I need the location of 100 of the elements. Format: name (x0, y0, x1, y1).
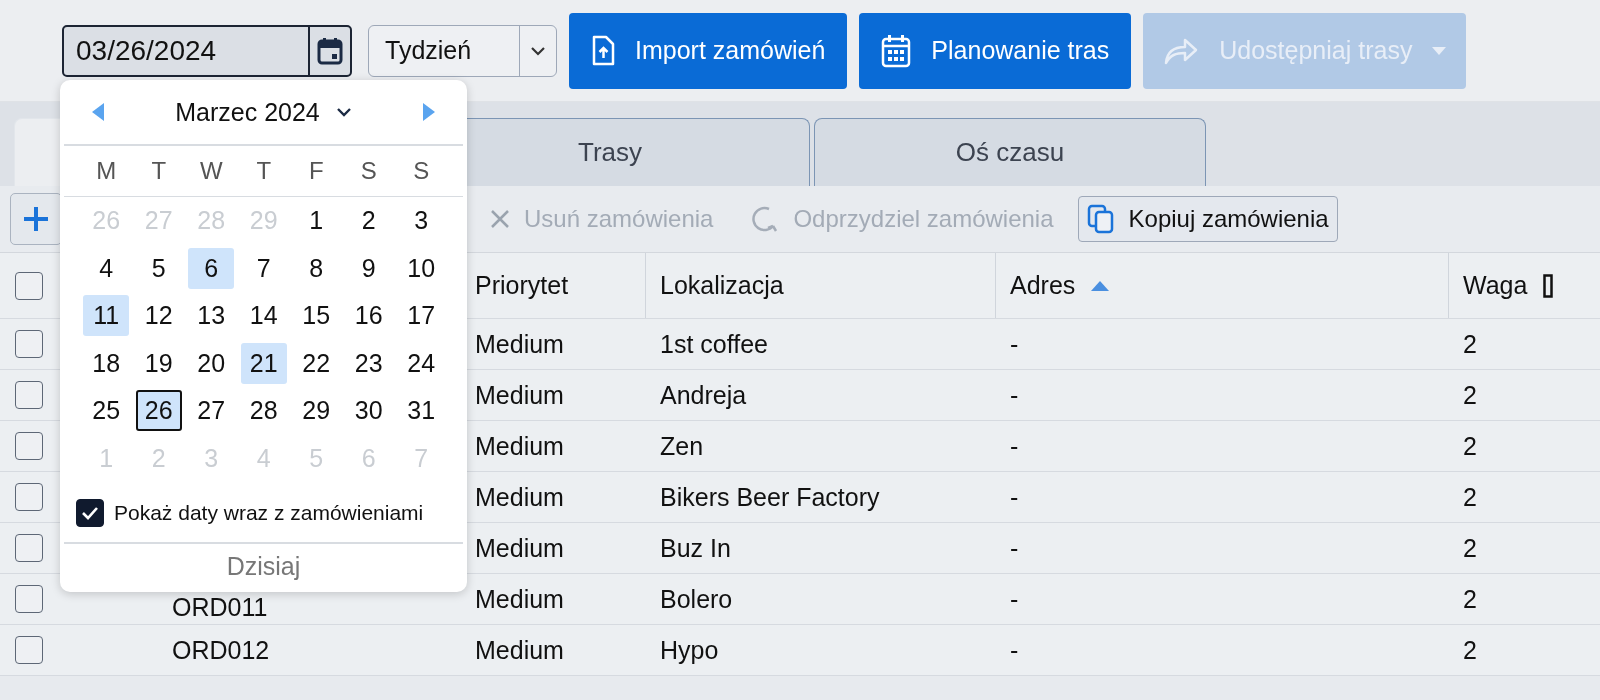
table-cell: Bolero (660, 584, 733, 614)
weekday-label: F (307, 156, 325, 185)
table-cell: - (1010, 482, 1019, 512)
table-cell: Zen (660, 431, 704, 461)
table-cell: Medium (475, 380, 564, 410)
calendar-icon (317, 36, 343, 65)
close-icon (490, 209, 510, 229)
calendar-day[interactable]: 29 (293, 390, 340, 432)
table-cell: 1st coffee (660, 329, 768, 359)
checkbox[interactable] (15, 483, 43, 511)
calendar-icon (881, 33, 912, 68)
column-header[interactable]: Waga (1463, 271, 1528, 300)
weekday-label: W (198, 156, 224, 185)
calendar-day[interactable]: 15 (293, 295, 340, 337)
table-cell: - (1010, 584, 1019, 614)
table-cell: Andreja (660, 380, 747, 410)
table-cell: 2 (1463, 482, 1477, 512)
calendar-day[interactable]: 18 (83, 342, 130, 384)
caret-down-icon (1432, 46, 1447, 55)
plus-icon (23, 206, 49, 232)
checkbox[interactable] (15, 381, 43, 409)
weekday-label: M (95, 156, 118, 185)
period-select[interactable]: Tydzień (368, 24, 557, 77)
table-cell: 2 (1463, 380, 1477, 410)
table-cell: - (1010, 533, 1019, 563)
calendar-day[interactable]: 23 (345, 342, 392, 384)
checkmark-icon (81, 506, 99, 520)
table-cell: ORD012 (172, 635, 270, 665)
file-upload-icon (591, 34, 615, 67)
calendar-day[interactable]: 17 (398, 295, 445, 337)
checkbox[interactable] (15, 432, 43, 460)
table-cell: 2 (1463, 635, 1477, 665)
previous-month-icon[interactable] (92, 103, 104, 121)
table-cell: Medium (475, 329, 564, 359)
calendar-day[interactable]: 24 (398, 342, 445, 384)
calendar-day[interactable]: 27 (188, 390, 235, 432)
month-select[interactable]: Marzec 2024 (175, 97, 352, 127)
plan-routes-button[interactable]: Planowanie tras (859, 12, 1132, 89)
checkbox[interactable] (15, 534, 43, 562)
calendar-day[interactable]: 21 (240, 342, 287, 384)
calendar-day[interactable]: 31 (398, 390, 445, 432)
chevron-down-icon (335, 107, 352, 117)
weekday-label: T (255, 156, 273, 185)
add-button[interactable] (10, 193, 62, 245)
calendar-day[interactable]: 25 (83, 390, 130, 432)
import-button[interactable]: Import zamówień (569, 12, 848, 89)
table-cell: - (1010, 635, 1019, 665)
checkbox-label: Pokaż daty wraz z zamówieniami (114, 501, 424, 525)
table-cell: Medium (475, 431, 564, 461)
calendar-day[interactable]: 12 (135, 295, 182, 337)
weekday-label: T (150, 156, 168, 185)
table-cell: - (1010, 431, 1019, 461)
calendar-day[interactable]: 20 (188, 342, 235, 384)
calendar-day[interactable]: 19 (135, 342, 182, 384)
table-cell: Medium (475, 533, 564, 563)
table-cell: 2 (1463, 431, 1477, 461)
table-cell: - (1010, 329, 1019, 359)
calendar-day[interactable]: 30 (345, 390, 392, 432)
copy-orders-button[interactable]: Kopiuj zamówienia (1077, 196, 1338, 242)
today-button[interactable]: Dzisiaj (64, 543, 463, 590)
column-header[interactable]: Priorytet (475, 271, 569, 300)
next-month-icon[interactable] (423, 103, 435, 121)
calendar-day[interactable]: 1 (293, 200, 340, 242)
calendar-day[interactable]: 26 (135, 390, 182, 432)
column-header[interactable]: Adres (1010, 271, 1076, 300)
calendar-day[interactable]: 6 (188, 247, 235, 289)
refresh-icon (749, 204, 780, 234)
checkbox[interactable] (76, 499, 104, 527)
calendar-day[interactable]: 16 (345, 295, 392, 337)
weekday-label: S (412, 156, 431, 185)
checkbox[interactable] (15, 330, 43, 358)
calendar-day[interactable]: 7 (240, 247, 287, 289)
checkbox[interactable] (15, 271, 43, 300)
table-cell: Buz In (660, 533, 731, 563)
calendar-day[interactable]: 5 (135, 247, 182, 289)
table-cell: 2 (1463, 329, 1477, 359)
table-cell: Hypo (660, 635, 719, 665)
weekday-label: S (359, 156, 378, 185)
checkbox[interactable] (15, 585, 43, 613)
column-header[interactable]: Lokalizacja (660, 271, 784, 300)
tab[interactable]: Oś czasu (814, 118, 1206, 186)
calendar-day[interactable]: 13 (188, 295, 235, 337)
table-cell: 2 (1463, 533, 1477, 563)
calendar-day[interactable]: 9 (345, 247, 392, 289)
table-cell: Medium (475, 482, 564, 512)
calendar-day[interactable]: 8 (293, 247, 340, 289)
table-cell: Medium (475, 635, 564, 665)
date-field[interactable]: 03/26/2024 (62, 24, 352, 77)
calendar-day[interactable]: 22 (293, 342, 340, 384)
copy-icon (1086, 204, 1115, 234)
calendar-day[interactable]: 11 (83, 295, 130, 337)
table-cell: 2 (1463, 584, 1477, 614)
calendar-day[interactable]: 10 (398, 247, 445, 289)
checkbox[interactable] (15, 636, 43, 664)
calendar-day[interactable]: 28 (240, 390, 287, 432)
table-cell: Bikers Beer Factory (660, 482, 880, 512)
calendar-day[interactable]: 4 (83, 247, 130, 289)
calendar-day[interactable]: 3 (398, 200, 445, 242)
calendar-day[interactable]: 14 (240, 295, 287, 337)
calendar-day[interactable]: 2 (345, 200, 392, 242)
